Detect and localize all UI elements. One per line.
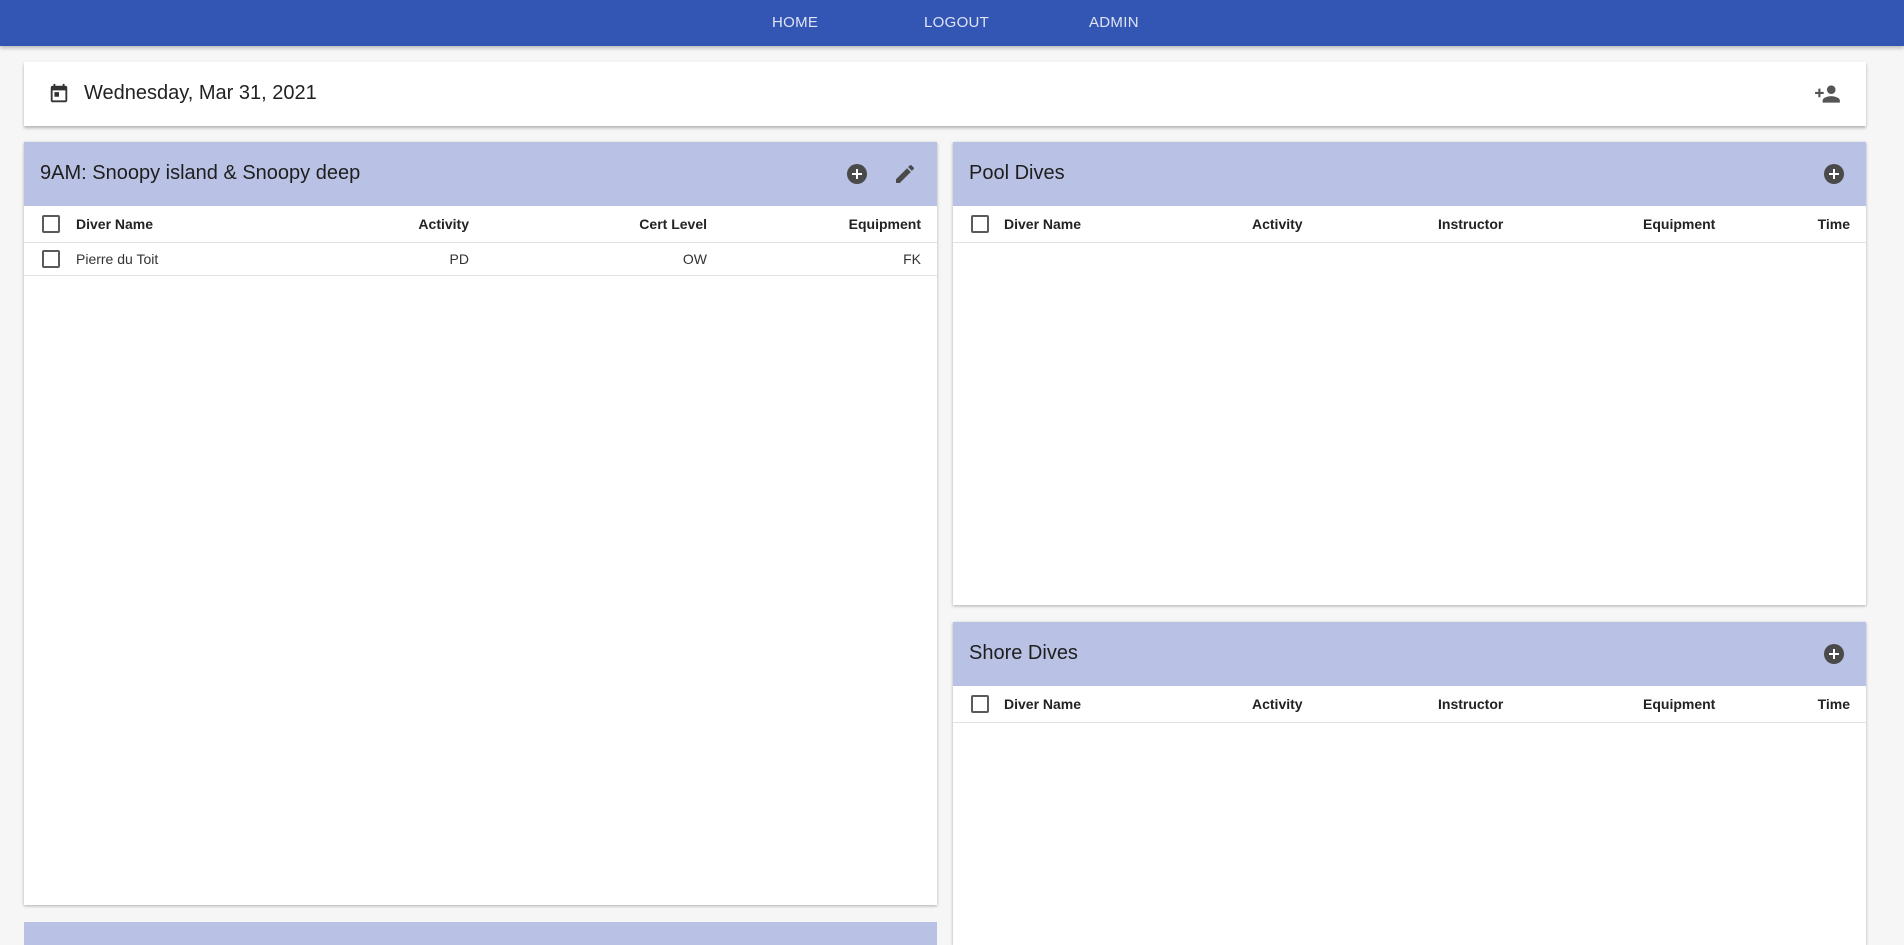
column-header: Time xyxy=(1817,216,1850,232)
column-header: Cert Level xyxy=(639,216,707,232)
next-dive-card xyxy=(24,922,937,945)
add-diver-circle-icon[interactable] xyxy=(845,162,869,186)
table-row[interactable]: Pierre du Toit PD OW FK xyxy=(24,243,937,276)
nav-home-link[interactable]: HOME xyxy=(772,14,818,31)
select-all-checkbox[interactable] xyxy=(971,695,989,713)
cert-level-cell: OW xyxy=(682,251,707,267)
column-header: Diver Name xyxy=(1004,696,1082,712)
column-header: Activity xyxy=(1252,216,1303,232)
card-header: Shore Dives xyxy=(953,622,1866,686)
column-header: Equipment xyxy=(1643,216,1716,232)
card-title: Shore Dives xyxy=(969,642,1078,664)
table-header: Diver Name Activity Instructor Equipment… xyxy=(953,206,1866,243)
select-all-checkbox[interactable] xyxy=(971,215,989,233)
top-nav-bar: HOME LOGOUT ADMIN xyxy=(0,0,1904,46)
column-header: Equipment xyxy=(1643,696,1716,712)
column-header: Diver Name xyxy=(1004,216,1082,232)
nav-admin-link[interactable]: ADMIN xyxy=(1089,14,1139,31)
nav-logout-link[interactable]: LOGOUT xyxy=(924,14,989,31)
edit-pencil-icon[interactable] xyxy=(893,162,917,186)
activity-cell: PD xyxy=(449,251,469,267)
equipment-cell: FK xyxy=(903,251,921,267)
table-header: Diver Name Activity Cert Level Equipment xyxy=(24,206,937,243)
column-header: Diver Name xyxy=(76,216,154,232)
select-all-checkbox[interactable] xyxy=(42,215,60,233)
add-pool-dive-icon[interactable] xyxy=(1822,162,1846,186)
column-header: Activity xyxy=(418,216,469,232)
card-title: 9AM: Snoopy island & Snoopy deep xyxy=(40,162,361,184)
add-shore-dive-icon[interactable] xyxy=(1822,642,1846,666)
card-header: Pool Dives xyxy=(953,142,1866,206)
column-header: Instructor xyxy=(1438,216,1504,232)
column-header: Instructor xyxy=(1438,696,1504,712)
current-date: Wednesday, Mar 31, 2021 xyxy=(84,82,317,104)
shore-dives-card: Shore Dives Diver Name Activity Instruct… xyxy=(953,622,1866,945)
column-header: Time xyxy=(1817,696,1850,712)
column-header: Activity xyxy=(1252,696,1303,712)
date-bar: Wednesday, Mar 31, 2021 xyxy=(24,62,1866,126)
diver-name-cell: Pierre du Toit xyxy=(76,251,159,267)
card-title: Pool Dives xyxy=(969,162,1065,184)
person-add-icon[interactable] xyxy=(1814,81,1842,107)
column-header: Equipment xyxy=(848,216,921,232)
card-header: 9AM: Snoopy island & Snoopy deep xyxy=(24,142,937,206)
boat-dive-card: 9AM: Snoopy island & Snoopy deep Diver N… xyxy=(24,142,937,905)
pool-dives-card: Pool Dives Diver Name Activity Instructo… xyxy=(953,142,1866,605)
row-checkbox[interactable] xyxy=(42,250,60,268)
calendar-icon[interactable] xyxy=(48,83,70,105)
card-header xyxy=(24,922,937,945)
table-header: Diver Name Activity Instructor Equipment… xyxy=(953,686,1866,723)
